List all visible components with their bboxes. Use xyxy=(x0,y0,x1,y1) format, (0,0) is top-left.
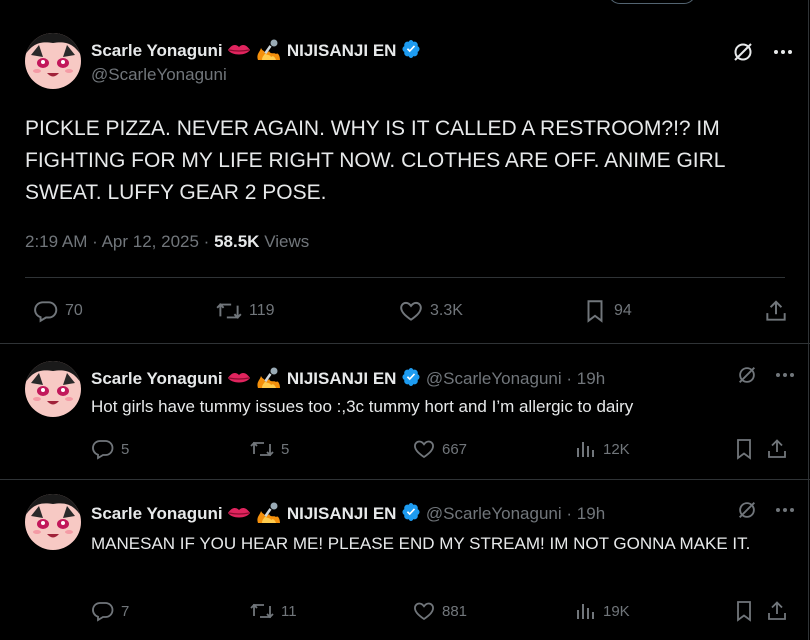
reply-count: 7 xyxy=(121,602,130,620)
author-name-line[interactable]: Scarle Yonaguni NIJISANJI EN @ScarleYona… xyxy=(91,501,605,528)
bookmark-count: 94 xyxy=(614,302,632,319)
avatar[interactable] xyxy=(25,33,81,89)
lips-emoji-icon xyxy=(227,42,251,62)
meta-separator: · xyxy=(566,503,573,523)
views-icon xyxy=(573,437,597,461)
microphone-fire-emoji-icon xyxy=(256,38,282,65)
column-border xyxy=(808,0,809,640)
reply-button[interactable]: 7 xyxy=(91,599,129,623)
author-name[interactable]: Scarle Yonaguni xyxy=(91,504,223,523)
view-count: 58.5K xyxy=(214,232,260,251)
author-handle[interactable]: @ScarleYonaguni xyxy=(426,504,562,523)
repost-icon xyxy=(249,437,275,461)
view-count: 19K xyxy=(603,602,630,620)
bookmark-icon xyxy=(582,298,608,324)
tweet-date[interactable]: Apr 12, 2025 xyxy=(102,232,199,251)
grok-icon[interactable] xyxy=(736,364,758,391)
divider xyxy=(25,277,785,278)
repost-button[interactable]: 5 xyxy=(249,437,289,461)
meta-separator: · xyxy=(203,232,210,251)
verified-badge-icon[interactable] xyxy=(401,502,421,527)
meta-separator: · xyxy=(92,232,98,251)
lips-emoji-icon xyxy=(227,370,251,390)
author-handle[interactable]: @ScarleYonaguni xyxy=(426,369,562,388)
verified-badge-icon[interactable] xyxy=(401,367,421,392)
share-button[interactable] xyxy=(765,437,789,461)
bookmark-button[interactable] xyxy=(732,437,756,461)
org-name: NIJISANJI EN xyxy=(286,368,397,388)
more-icon[interactable] xyxy=(772,41,794,68)
microphone-fire-emoji-icon xyxy=(256,366,282,393)
org-name: NIJISANJI EN xyxy=(286,40,397,60)
share-icon xyxy=(763,298,789,324)
avatar[interactable] xyxy=(25,361,81,417)
like-icon xyxy=(412,437,436,461)
views-button[interactable]: 19K xyxy=(573,599,630,623)
reply-count: 5 xyxy=(121,440,130,458)
microphone-fire-emoji-icon xyxy=(256,501,282,528)
meta-separator: · xyxy=(566,368,573,388)
reply-age[interactable]: 19h xyxy=(577,504,605,523)
author-name[interactable]: Scarle Yonaguni xyxy=(91,369,223,388)
reply-count: 70 xyxy=(65,302,83,319)
repost-icon xyxy=(249,599,275,623)
like-count: 881 xyxy=(442,602,468,620)
repost-count: 119 xyxy=(249,302,275,319)
reply-button[interactable]: 70 xyxy=(33,298,83,324)
reply-text: MANESAN IF YOU HEAR ME! PLEASE END MY ST… xyxy=(91,534,751,553)
reply-button[interactable]: 5 xyxy=(91,437,129,461)
more-icon[interactable] xyxy=(774,364,796,391)
like-button[interactable]: 667 xyxy=(412,437,467,461)
share-button[interactable] xyxy=(763,298,789,324)
grok-icon[interactable] xyxy=(736,499,758,526)
divider xyxy=(0,479,810,480)
like-button[interactable]: 881 xyxy=(412,599,467,623)
lips-emoji-icon xyxy=(227,505,251,525)
tweet-time[interactable]: 2:19 AM xyxy=(25,232,87,251)
avatar[interactable] xyxy=(25,494,81,550)
repost-icon xyxy=(215,298,243,324)
views-button[interactable]: 12K xyxy=(573,437,630,461)
more-icon[interactable] xyxy=(774,499,796,526)
reply-icon xyxy=(91,599,115,623)
reply-text: Hot girls have tummy issues too :,3c tum… xyxy=(91,397,634,416)
author-name-line[interactable]: Scarle Yonaguni NIJISANJI EN @ScarleYona… xyxy=(91,366,605,393)
like-count: 667 xyxy=(442,440,468,458)
repost-count: 5 xyxy=(281,440,290,458)
like-icon xyxy=(398,298,424,324)
like-count: 3.3K xyxy=(430,302,463,319)
bookmark-icon xyxy=(732,437,756,461)
top-pill-button[interactable] xyxy=(608,0,696,4)
repost-button[interactable]: 11 xyxy=(249,599,297,623)
like-button[interactable]: 3.3K xyxy=(398,298,463,324)
views-icon xyxy=(573,599,597,623)
grok-icon[interactable] xyxy=(731,40,755,69)
org-name: NIJISANJI EN xyxy=(286,503,397,523)
repost-count: 11 xyxy=(281,602,297,620)
repost-button[interactable]: 119 xyxy=(215,298,275,324)
share-button[interactable] xyxy=(765,599,789,623)
bookmark-button[interactable] xyxy=(732,599,756,623)
share-icon xyxy=(765,599,789,623)
divider xyxy=(0,343,810,344)
reply-age[interactable]: 19h xyxy=(577,369,605,388)
bookmark-button[interactable]: 94 xyxy=(582,298,632,324)
verified-badge-icon[interactable] xyxy=(401,39,421,64)
views-label: Views xyxy=(264,232,310,251)
author-handle[interactable]: @ScarleYonaguni xyxy=(91,65,227,85)
tweet-meta: 2:19 AM · Apr 12, 2025 · 58.5K Views xyxy=(25,232,309,252)
author-name-line[interactable]: Scarle Yonaguni NIJISANJI EN xyxy=(91,38,421,65)
author-name[interactable]: Scarle Yonaguni xyxy=(91,41,223,60)
reply-icon xyxy=(91,437,115,461)
view-count: 12K xyxy=(603,440,630,458)
bookmark-icon xyxy=(732,599,756,623)
share-icon xyxy=(765,437,789,461)
like-icon xyxy=(412,599,436,623)
tweet-text: PICKLE PIZZA. NEVER AGAIN. WHY IS IT CAL… xyxy=(25,117,725,204)
reply-icon xyxy=(33,298,59,324)
